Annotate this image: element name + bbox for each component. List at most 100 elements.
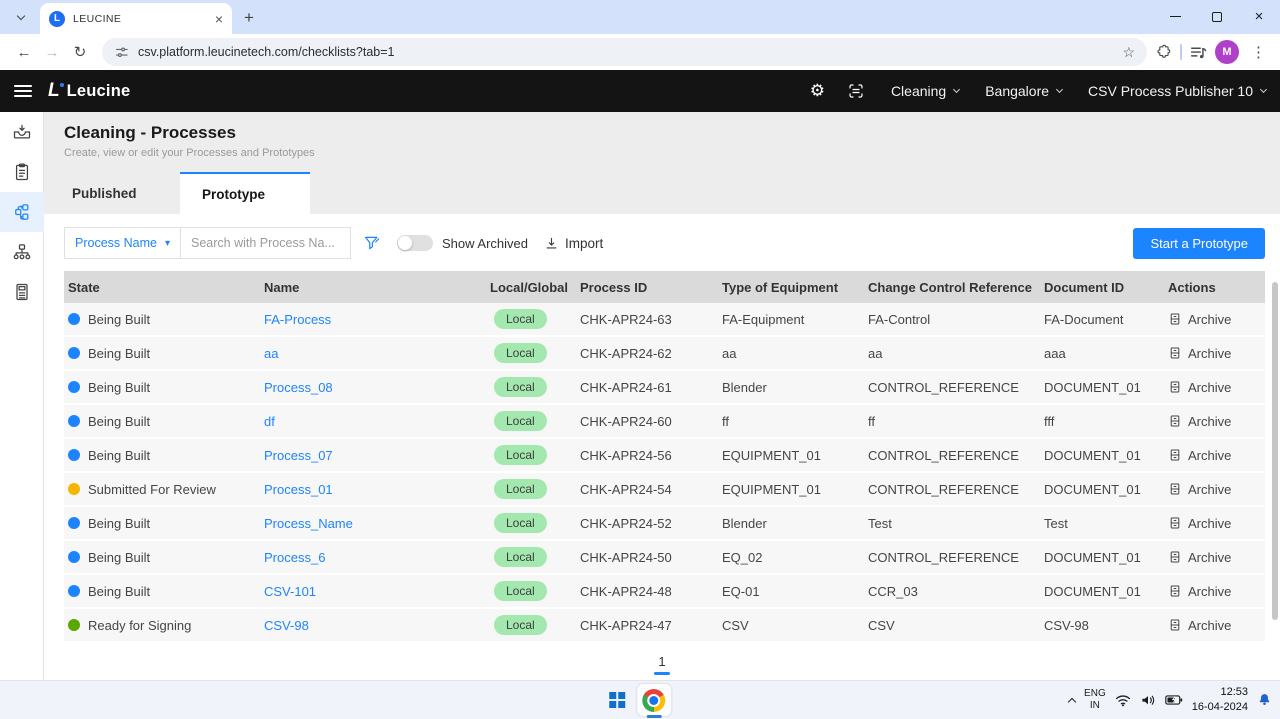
import-button[interactable]: Import [544, 236, 603, 251]
process-name-link[interactable]: CSV-101 [260, 584, 486, 599]
state-cell: Being Built [64, 550, 260, 565]
bookmark-star-icon[interactable]: ☆ [1122, 44, 1135, 61]
extensions-icon[interactable] [1155, 44, 1172, 61]
process-name-link[interactable]: Process_01 [260, 482, 486, 497]
process-name-link[interactable]: CSV-98 [260, 618, 486, 633]
tab-prototype[interactable]: Prototype [180, 172, 310, 214]
tab-close-icon[interactable]: × [215, 12, 223, 26]
sidebar-item-inbox[interactable] [0, 112, 44, 152]
chevron-down-icon [17, 11, 25, 19]
process-name-link[interactable]: aa [260, 346, 486, 361]
column-header-document-id: Document ID [1040, 280, 1164, 295]
language-indicator[interactable]: ENGIN [1084, 688, 1106, 712]
back-button[interactable]: ← [10, 38, 38, 66]
forward-button[interactable]: → [38, 38, 66, 66]
toolbar-divider [1180, 44, 1182, 60]
process-name-link[interactable]: Process_Name [260, 516, 486, 531]
facility-dropdown[interactable]: Bangalore [985, 83, 1062, 99]
archive-button[interactable]: Archive [1164, 516, 1265, 531]
search-input[interactable] [181, 227, 351, 259]
pagination: 1 [44, 648, 1280, 680]
state-cell: Being Built [64, 414, 260, 429]
sidebar-item-jobs[interactable] [0, 152, 44, 192]
process-id-cell: CHK-APR24-54 [576, 482, 718, 497]
url-input[interactable]: csv.platform.leucinetech.com/checklists?… [102, 38, 1147, 66]
scope-cell: Local [486, 547, 576, 567]
process-name-link[interactable]: FA-Process [260, 312, 486, 327]
tab-published[interactable]: Published [50, 172, 180, 214]
archive-icon [1168, 380, 1182, 394]
new-tab-button[interactable]: + [244, 8, 254, 28]
hamburger-menu-icon[interactable] [14, 85, 32, 97]
state-cell: Ready for Signing [64, 618, 260, 633]
notification-bell-icon[interactable] [1257, 692, 1272, 708]
prototype-panel: Process Name ▾ Show Archived Import Star… [44, 214, 1280, 680]
browser-menu-icon[interactable]: ⋮ [1247, 43, 1270, 61]
equipment-cell: FA-Equipment [718, 312, 864, 327]
battery-icon[interactable] [1165, 694, 1183, 706]
chrome-taskbar-button[interactable] [637, 684, 671, 716]
brand-name: Leucine [67, 82, 131, 101]
filter-funnel-icon[interactable] [363, 234, 381, 252]
start-button[interactable] [609, 692, 625, 708]
sidebar-item-processes[interactable] [0, 192, 44, 232]
browser-window: L LEUCINE × + × ← → ↻ csv.platform.leuci… [0, 0, 1280, 719]
archive-button[interactable]: Archive [1164, 380, 1265, 395]
archive-button[interactable]: Archive [1164, 618, 1265, 633]
archive-icon [1168, 584, 1182, 598]
archive-button[interactable]: Archive [1164, 312, 1265, 327]
site-settings-icon[interactable] [114, 45, 129, 60]
state-dot [68, 585, 80, 597]
taskbar-clock[interactable]: 12:5316-04-2024 [1192, 685, 1248, 715]
media-list-icon[interactable] [1190, 44, 1207, 61]
page-number[interactable]: 1 [658, 654, 665, 669]
process-name-link[interactable]: Process_6 [260, 550, 486, 565]
archive-button[interactable]: Archive [1164, 414, 1265, 429]
settings-gear-icon[interactable]: ⚙ [810, 81, 825, 101]
sidebar-item-reports[interactable] [0, 272, 44, 312]
archive-button[interactable]: Archive [1164, 346, 1265, 361]
wifi-icon[interactable] [1115, 694, 1131, 707]
download-icon [544, 236, 559, 251]
sidebar-item-ontology[interactable] [0, 232, 44, 272]
process-name-link[interactable]: Process_07 [260, 448, 486, 463]
process-id-cell: CHK-APR24-47 [576, 618, 718, 633]
archive-icon [1168, 618, 1182, 632]
archive-button[interactable]: Archive [1164, 584, 1265, 599]
archive-button[interactable]: Archive [1164, 482, 1265, 497]
minimize-button[interactable] [1154, 0, 1196, 33]
maximize-button[interactable] [1196, 0, 1238, 33]
tray-chevron-up-icon[interactable] [1068, 697, 1076, 705]
close-button[interactable]: × [1238, 0, 1280, 33]
tab-search-button[interactable] [8, 4, 34, 30]
volume-icon[interactable] [1140, 693, 1156, 707]
search-field-dropdown[interactable]: Process Name ▾ [64, 227, 181, 259]
profile-avatar[interactable]: M [1215, 40, 1239, 64]
windows-taskbar: ENGIN 12:5316-04-2024 [0, 680, 1280, 719]
archive-icon [1168, 346, 1182, 360]
equipment-cell: EQ-01 [718, 584, 864, 599]
table-row: Being Built Process_08 Local CHK-APR24-6… [64, 371, 1265, 405]
reload-button[interactable]: ↻ [66, 38, 94, 66]
document-id-cell: Test [1040, 516, 1164, 531]
local-badge: Local [494, 411, 547, 431]
table-row: Being Built Process_07 Local CHK-APR24-5… [64, 439, 1265, 473]
process-name-link[interactable]: df [260, 414, 486, 429]
browser-tab[interactable]: L LEUCINE × [40, 3, 232, 34]
page-content: Cleaning - Processes Create, view or edi… [44, 112, 1280, 680]
start-prototype-button[interactable]: Start a Prototype [1133, 228, 1265, 259]
equipment-cell: EQ_02 [718, 550, 864, 565]
scan-icon[interactable] [847, 82, 865, 100]
process-name-link[interactable]: Process_08 [260, 380, 486, 395]
archive-button[interactable]: Archive [1164, 448, 1265, 463]
window-controls: × [1154, 0, 1280, 33]
page-scrollbar[interactable] [1272, 282, 1278, 620]
show-archived-toggle[interactable] [397, 235, 433, 251]
state-dot [68, 483, 80, 495]
process-id-cell: CHK-APR24-63 [576, 312, 718, 327]
user-role-dropdown[interactable]: CSV Process Publisher 10 [1088, 83, 1266, 99]
local-badge: Local [494, 547, 547, 567]
usecase-dropdown[interactable]: Cleaning [891, 83, 959, 99]
column-header-name: Name [260, 280, 486, 295]
archive-button[interactable]: Archive [1164, 550, 1265, 565]
